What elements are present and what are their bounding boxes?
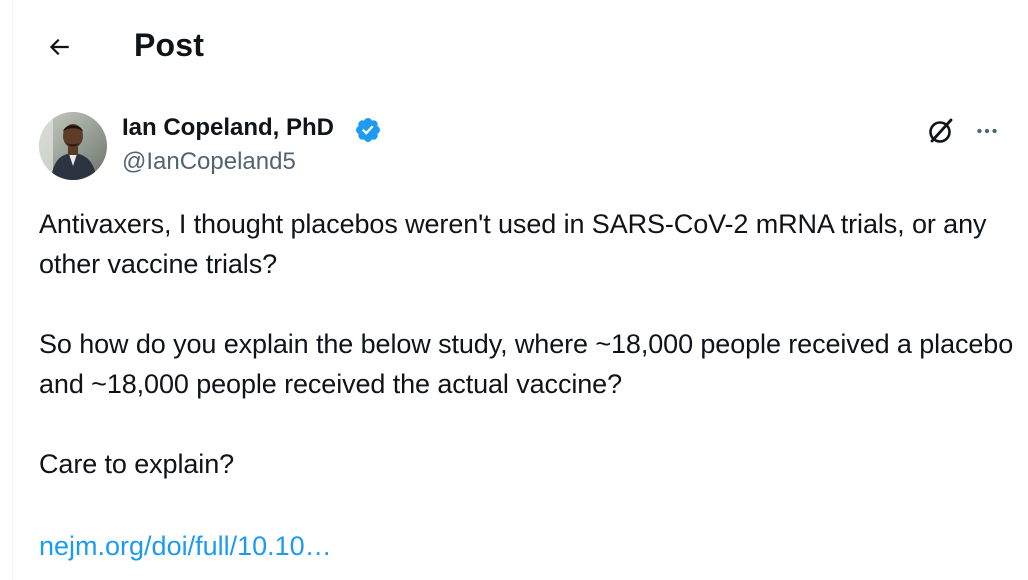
- author-name[interactable]: Ian Copeland, PhD: [122, 114, 334, 142]
- author-handle[interactable]: @IanCopeland5: [122, 148, 296, 176]
- verified-badge-icon: [354, 116, 382, 144]
- post-paragraph: So how do you explain the below study, w…: [39, 329, 1021, 399]
- avatar-image: [39, 112, 107, 180]
- post-paragraph: Care to explain?: [39, 449, 235, 479]
- post-link[interactable]: nejm.org/doi/full/10.10…: [39, 526, 332, 566]
- arrow-left-icon: [49, 38, 69, 56]
- post-body: Antivaxers, I thought placebos weren't u…: [39, 204, 1014, 484]
- more-options-button[interactable]: [970, 114, 1004, 148]
- page-header: Post: [0, 0, 1028, 96]
- more-horizontal-icon: [977, 128, 997, 134]
- avatar[interactable]: [39, 112, 107, 180]
- grok-icon: [929, 118, 953, 143]
- page-title: Post: [134, 27, 205, 63]
- grok-button[interactable]: [924, 114, 958, 148]
- back-button[interactable]: [38, 26, 80, 68]
- post-paragraph: Antivaxers, I thought placebos weren't u…: [39, 209, 994, 279]
